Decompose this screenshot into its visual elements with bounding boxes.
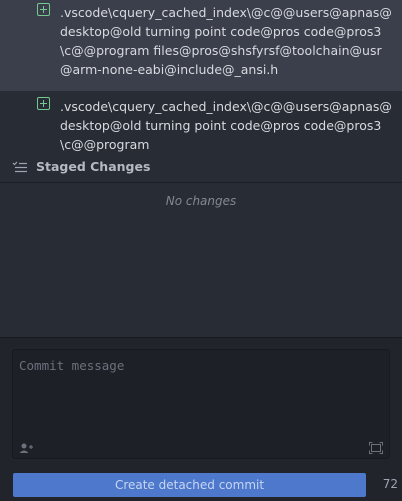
- unstaged-file-list: .vscode\cquery_cached_index\@c@@users@ap…: [0, 0, 402, 153]
- file-item[interactable]: .vscode\cquery_cached_index\@c@@users@ap…: [0, 0, 402, 91]
- remaining-characters-count: 72: [382, 477, 398, 491]
- file-path: .vscode\cquery_cached_index\@c@@users@ap…: [60, 5, 392, 77]
- staged-changes-title: Staged Changes: [36, 159, 151, 174]
- file-item[interactable]: .vscode\cquery_cached_index\@c@@users@ap…: [0, 91, 402, 153]
- create-commit-button[interactable]: Create detached commit: [13, 473, 366, 497]
- expand-icon[interactable]: [369, 442, 383, 454]
- staged-changes-header[interactable]: Staged Changes: [0, 152, 402, 183]
- added-icon: [37, 97, 50, 110]
- commit-editor: [12, 349, 390, 459]
- person-add-icon[interactable]: [19, 442, 33, 454]
- commit-message-input[interactable]: [13, 350, 389, 440]
- added-icon: [37, 3, 50, 16]
- git-panel: .vscode\cquery_cached_index\@c@@users@ap…: [0, 0, 402, 501]
- commit-area: Create detached commit 72: [0, 337, 402, 501]
- file-path: .vscode\cquery_cached_index\@c@@users@ap…: [60, 99, 392, 152]
- no-changes-label: No changes: [165, 194, 237, 208]
- list-check-icon: [12, 161, 27, 173]
